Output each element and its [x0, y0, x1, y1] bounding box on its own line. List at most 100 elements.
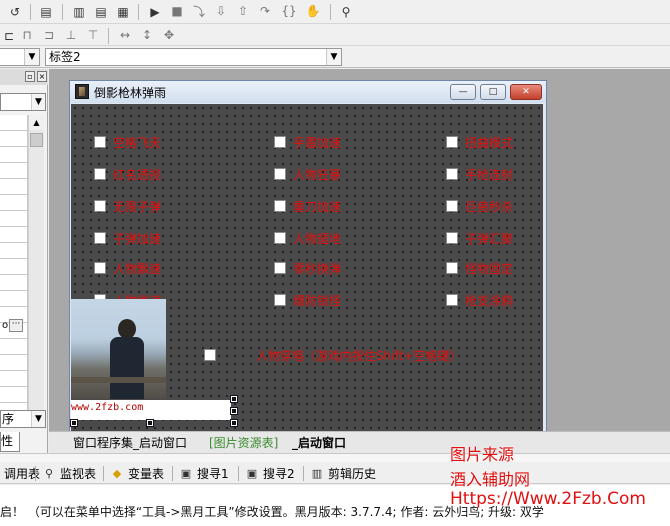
- checkbox-option[interactable]: 巨兽秒杀: [446, 198, 513, 214]
- property-grid[interactable]: [0, 115, 28, 411]
- sort-selector[interactable]: 序 ▼: [0, 410, 46, 428]
- tab-image-resources[interactable]: [图片资源表]: [209, 434, 278, 451]
- resize-handle[interactable]: [230, 419, 238, 427]
- undo-icon[interactable]: ↺: [6, 3, 24, 21]
- checkbox-option[interactable]: 扭曲模式: [446, 134, 513, 150]
- checkbox-option[interactable]: 子弹加速: [94, 230, 161, 246]
- layout-one-icon[interactable]: ▥: [70, 3, 88, 21]
- layout-two-icon[interactable]: ▤: [92, 3, 110, 21]
- tab-watch-table[interactable]: ⚲ 监视表: [42, 465, 96, 482]
- checkbox-option[interactable]: 重刀加速: [274, 198, 341, 214]
- object-selector[interactable]: 标签2 ▼: [45, 48, 342, 66]
- checkbox[interactable]: [274, 262, 286, 274]
- chevron-down-icon[interactable]: ▼: [31, 411, 45, 427]
- binoculars-icon[interactable]: ⚲: [337, 3, 355, 21]
- minimize-button[interactable]: —: [450, 84, 476, 100]
- tab-separator: [35, 466, 36, 481]
- tab-search-one[interactable]: ▣ 搜寻1: [179, 465, 229, 482]
- tab-program-set[interactable]: 窗口程序集_启动窗口: [73, 434, 187, 451]
- tab-clip-history[interactable]: ▥ 剪辑历史: [310, 465, 376, 482]
- resize-handle[interactable]: [70, 419, 78, 427]
- run-icon[interactable]: ▶: [146, 3, 164, 21]
- checkbox-option[interactable]: 枪支涂鸦: [446, 292, 513, 308]
- same-height-icon[interactable]: ↕: [138, 26, 156, 44]
- tab-startup-window[interactable]: _启动窗口: [292, 434, 346, 451]
- tab-variable-table[interactable]: ◆ 变量表: [110, 465, 164, 482]
- checkbox-option[interactable]: 人物狂暴: [274, 166, 341, 182]
- checkbox[interactable]: [446, 262, 458, 274]
- scroll-thumb[interactable]: [30, 133, 43, 147]
- component-selector[interactable]: ▼: [0, 93, 46, 111]
- tab-call-table[interactable]: ▤ 调用表: [0, 465, 40, 482]
- find-icon[interactable]: ▤: [37, 3, 55, 21]
- checkbox[interactable]: [274, 200, 286, 212]
- checkbox-option[interactable]: 手雷加速: [274, 134, 341, 150]
- maximize-button[interactable]: □: [480, 84, 506, 100]
- step-over-icon[interactable]: ↷: [256, 2, 274, 20]
- checkbox[interactable]: [446, 294, 458, 306]
- chevron-down-icon[interactable]: ▼: [326, 49, 341, 65]
- close-icon[interactable]: ×: [37, 71, 47, 82]
- design-canvas[interactable]: 倒影枪林弹雨 — □ ✕ 空格飞天 手雷加速 扭曲模式红名透视 人物狂暴 手枪连射无限子…: [49, 69, 670, 431]
- checkbox[interactable]: [446, 136, 458, 148]
- step-icon[interactable]: ⤵: [190, 2, 208, 20]
- align-left-icon[interactable]: ⊏: [0, 27, 18, 45]
- checkbox-option[interactable]: 子弹汇聚: [446, 230, 513, 246]
- close-button[interactable]: ✕: [510, 84, 542, 100]
- form-window[interactable]: 倒影枪林弹雨 — □ ✕ 空格飞天 手雷加速 扭曲模式红名透视 人物狂暴 手枪连射无限子…: [69, 80, 547, 431]
- form-client-area[interactable]: 空格飞天 手雷加速 扭曲模式红名透视 人物狂暴 手枪连射无限子弹 重刀加速 巨兽秒杀子弹加速…: [70, 104, 543, 431]
- chevron-down-icon[interactable]: ▼: [24, 49, 39, 65]
- stop-icon[interactable]: ■: [168, 2, 186, 20]
- layout-three-icon[interactable]: ▦: [114, 3, 132, 21]
- same-size-icon[interactable]: ✥: [160, 26, 178, 44]
- checkbox-option-noclip[interactable]: 人物穿墙（游戏内按住Shift+空格键）: [204, 347, 461, 363]
- align-middle-icon[interactable]: ⊥: [62, 26, 80, 44]
- checkbox[interactable]: [94, 232, 106, 244]
- align-bottom-icon[interactable]: ⊤: [84, 26, 102, 44]
- tab-properties[interactable]: 性: [0, 432, 20, 452]
- tab-search-two[interactable]: ▣ 搜寻2: [245, 465, 295, 482]
- checkbox-option[interactable]: 空格飞天: [94, 134, 161, 150]
- checkbox[interactable]: [94, 262, 106, 274]
- checkbox-option[interactable]: 红名透视: [94, 166, 161, 182]
- checkbox[interactable]: [274, 232, 286, 244]
- panel-divider[interactable]: [0, 453, 670, 462]
- checkbox[interactable]: [204, 349, 216, 361]
- checkbox[interactable]: [446, 168, 458, 180]
- checkbox-option[interactable]: 零秒换弹: [274, 260, 341, 276]
- hand-icon[interactable]: ✋: [304, 2, 322, 20]
- align-top-icon[interactable]: ⊓: [18, 26, 36, 44]
- label-watermark[interactable]: www.2fzb.com: [71, 400, 231, 420]
- checkbox[interactable]: [94, 200, 106, 212]
- step-out-icon[interactable]: ⇧: [234, 2, 252, 20]
- resize-handle[interactable]: [230, 395, 238, 403]
- ellipsis-button[interactable]: ···: [9, 319, 23, 332]
- property-scrollbar[interactable]: ▲ ▼: [28, 115, 44, 427]
- left-combo[interactable]: ▼: [0, 48, 40, 66]
- checkbox-option[interactable]: 爆防锁怪: [274, 292, 341, 308]
- checkbox-option[interactable]: 无限子弹: [94, 198, 161, 214]
- checkbox[interactable]: [94, 136, 106, 148]
- resize-handle[interactable]: [230, 407, 238, 415]
- run-to-cursor-icon[interactable]: {}: [280, 2, 298, 20]
- form-titlebar[interactable]: 倒影枪林弹雨 — □ ✕: [70, 81, 546, 103]
- checkbox[interactable]: [274, 136, 286, 148]
- checkbox[interactable]: [274, 294, 286, 306]
- chevron-down-icon[interactable]: ▼: [31, 94, 45, 110]
- profile-photo: [71, 299, 166, 399]
- scroll-up-icon[interactable]: ▲: [29, 115, 44, 130]
- checkbox-option[interactable]: 怪物固定: [446, 260, 513, 276]
- same-width-icon[interactable]: ↔: [116, 26, 134, 44]
- toolbar-separator: [30, 4, 31, 20]
- checkbox-option[interactable]: 人物飘速: [94, 260, 161, 276]
- checkbox[interactable]: [446, 200, 458, 212]
- restore-icon[interactable]: ▫: [25, 71, 35, 82]
- checkbox-option[interactable]: 人物遁地: [274, 230, 341, 246]
- checkbox[interactable]: [94, 168, 106, 180]
- checkbox-option[interactable]: 手枪连射: [446, 166, 513, 182]
- step-into-icon[interactable]: ⇩: [212, 2, 230, 20]
- checkbox[interactable]: [274, 168, 286, 180]
- align-center-icon[interactable]: ⊐: [40, 26, 58, 44]
- resize-handle[interactable]: [146, 419, 154, 427]
- checkbox[interactable]: [446, 232, 458, 244]
